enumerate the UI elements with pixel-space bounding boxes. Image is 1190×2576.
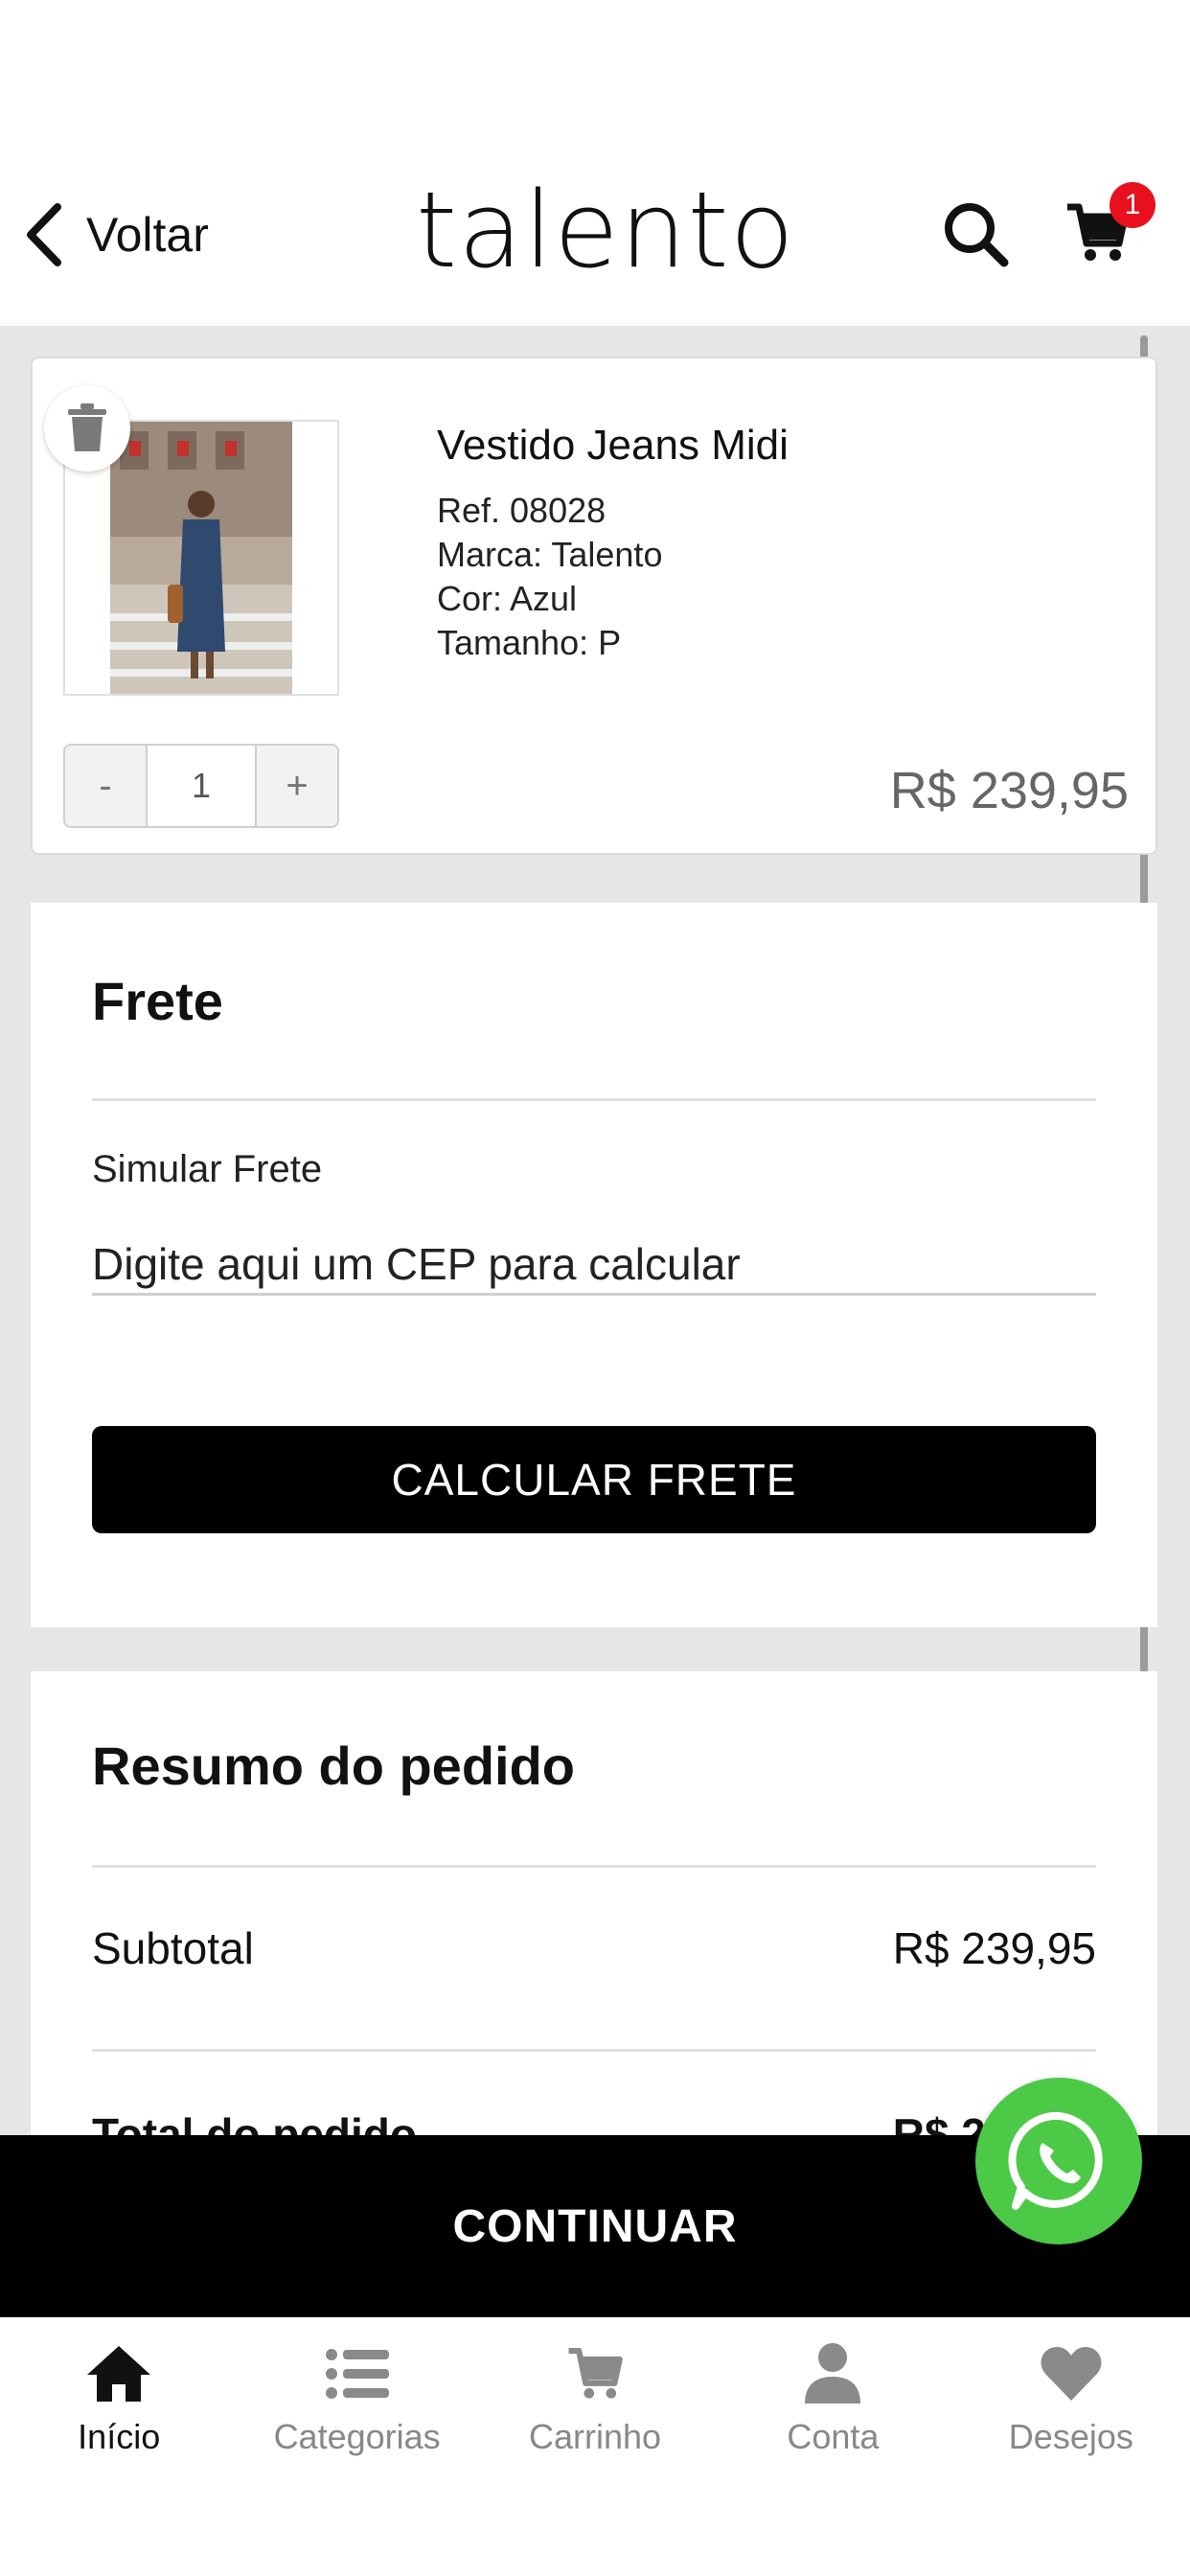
remove-item-button[interactable] [44, 385, 130, 472]
divider [92, 1865, 1096, 1868]
calculate-shipping-button[interactable]: CALCULAR FRETE [92, 1426, 1096, 1533]
product-ref: Ref. 08028 [437, 491, 606, 530]
subtotal-row: Subtotal R$ 239,95 [92, 1922, 1096, 1974]
product-brand: Marca: Talento [437, 535, 663, 574]
whatsapp-icon [1008, 2111, 1103, 2210]
home-icon [85, 2340, 152, 2407]
tab-label: Categorias [273, 2417, 441, 2456]
user-icon [799, 2340, 866, 2407]
tab-conta[interactable]: Conta [714, 2317, 951, 2576]
tab-desejos[interactable]: Desejos [952, 2317, 1190, 2576]
total-label: Total do pedido [92, 2109, 417, 2135]
divider [92, 1098, 1096, 1101]
whatsapp-button[interactable] [975, 2078, 1142, 2244]
search-button[interactable] [941, 199, 1012, 270]
tab-categorias[interactable]: Categorias [238, 2317, 475, 2576]
tab-label: Início [78, 2417, 161, 2456]
tab-label: Conta [787, 2417, 880, 2456]
continue-label: CONTINUAR [452, 2200, 738, 2252]
quantity-decrease-button[interactable]: - [65, 746, 146, 826]
back-label: Voltar [86, 208, 209, 262]
subtotal-value: R$ 239,95 [892, 1923, 1096, 1973]
chevron-left-icon [27, 203, 61, 266]
quantity-stepper: - 1 + [63, 744, 339, 828]
back-button[interactable]: Voltar [23, 192, 209, 278]
app-header: Voltar talento 1 [0, 0, 1190, 326]
tab-label: Desejos [1008, 2417, 1133, 2456]
quantity-increase-button[interactable]: + [257, 746, 337, 826]
tab-carrinho[interactable]: Carrinho [476, 2317, 714, 2576]
tab-label: Carrinho [528, 2417, 662, 2456]
brand-logo: talento [416, 169, 795, 291]
product-color: Cor: Azul [437, 579, 578, 618]
heart-icon [1038, 2340, 1105, 2407]
cart-content[interactable]: Vestido Jeans Midi Ref. 08028 Marca: Tal… [0, 326, 1190, 2135]
divider [92, 2049, 1096, 2052]
search-icon [945, 203, 1009, 267]
tab-inicio[interactable]: Início [0, 2317, 238, 2576]
product-details: Ref. 08028 Marca: Talento Cor: Azul Tama… [437, 489, 662, 665]
subtotal-label: Subtotal [92, 1923, 254, 1973]
shipping-title: Frete [92, 971, 223, 1031]
cart-count-badge: 1 [1110, 182, 1156, 228]
product-size: Tamanho: P [437, 623, 622, 662]
order-summary-card: Resumo do pedido Subtotal R$ 239,95 Tota… [31, 1671, 1157, 2135]
order-summary-title: Resumo do pedido [92, 1736, 575, 1796]
product-name[interactable]: Vestido Jeans Midi [437, 422, 789, 470]
cart-item-card: Vestido Jeans Midi Ref. 08028 Marca: Tal… [31, 356, 1157, 855]
item-price: R$ 239,95 [889, 762, 1129, 819]
cart-icon [561, 2340, 629, 2407]
list-icon [324, 2340, 391, 2407]
total-row: Total do pedido R$ 239,95 [92, 2108, 1096, 2135]
bottom-tab-bar: Início Categorias Carrinho Conta Desejos [0, 2317, 1190, 2576]
trash-icon [68, 403, 106, 451]
quantity-value[interactable]: 1 [146, 746, 257, 826]
shipping-card: Frete Simular Frete CALCULAR FRETE [31, 903, 1157, 1627]
product-photo [110, 422, 292, 694]
cep-input[interactable] [92, 1234, 1096, 1296]
simulate-shipping-label: Simular Frete [92, 1148, 323, 1190]
